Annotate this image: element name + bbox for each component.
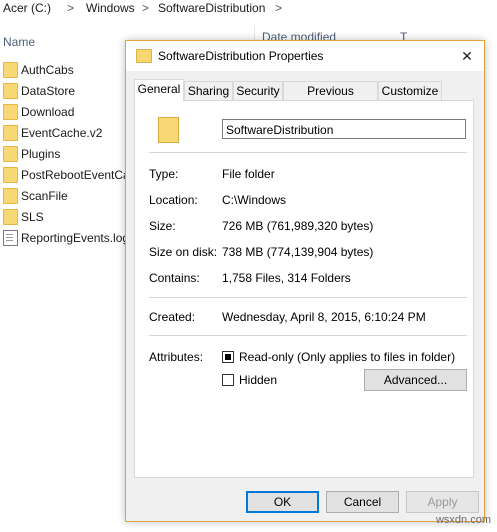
contains-value: 1,758 Files, 314 Folders <box>222 271 351 285</box>
apply-button[interactable]: Apply <box>406 491 479 513</box>
readonly-label[interactable]: Read-only (Only applies to files in fold… <box>239 350 455 364</box>
advanced-button[interactable]: Advanced... <box>364 369 467 391</box>
file-name: PostRebootEventCache <box>21 168 130 182</box>
divider <box>149 152 467 153</box>
created-value: Wednesday, April 8, 2015, 6:10:24 PM <box>222 310 426 324</box>
size-on-disk-label: Size on disk: <box>149 245 218 259</box>
file-name: ReportingEvents.log <box>21 231 130 245</box>
list-item[interactable]: Plugins <box>0 144 130 164</box>
breadcrumb-separator-icon[interactable]: > <box>275 1 282 15</box>
folder-icon <box>3 83 18 99</box>
properties-dialog: SoftwareDistribution Properties ✕ Genera… <box>125 40 485 522</box>
general-panel: SoftwareDistribution Type: File folder L… <box>134 100 474 478</box>
tab-sharing[interactable]: Sharing <box>184 81 233 100</box>
folder-icon <box>3 146 18 162</box>
title-bar[interactable]: SoftwareDistribution Properties ✕ <box>126 41 484 71</box>
folder-icon <box>3 188 18 204</box>
created-label: Created: <box>149 310 196 324</box>
size-on-disk-value: 738 MB (774,139,904 bytes) <box>222 245 374 259</box>
file-name: EventCache.v2 <box>21 126 103 140</box>
hidden-checkbox[interactable] <box>222 374 234 386</box>
file-name: DataStore <box>21 84 76 98</box>
breadcrumb-item-drive[interactable]: Acer (C:) <box>3 1 51 15</box>
location-value: C:\Windows <box>222 193 287 207</box>
watermark: wsxdn.com <box>435 514 491 526</box>
list-item[interactable]: ScanFile <box>0 186 130 206</box>
file-name: Download <box>21 105 75 119</box>
list-item[interactable]: DataStore <box>0 81 130 101</box>
list-item[interactable]: Download <box>0 102 130 122</box>
tab-general[interactable]: General <box>134 79 184 101</box>
size-label: Size: <box>149 219 176 233</box>
dialog-title: SoftwareDistribution Properties <box>158 49 324 63</box>
folder-icon <box>3 209 18 225</box>
folder-icon <box>3 125 18 141</box>
attributes-label: Attributes: <box>149 350 204 364</box>
folder-icon <box>136 49 152 63</box>
file-name: Plugins <box>21 147 61 161</box>
hidden-label[interactable]: Hidden <box>239 373 277 387</box>
breadcrumb-item-softwaredistribution[interactable]: SoftwareDistribution <box>158 1 265 15</box>
list-item[interactable]: AuthCabs <box>0 60 130 80</box>
document-icon <box>3 230 18 246</box>
readonly-checkbox[interactable] <box>222 351 234 363</box>
type-label: Type: <box>149 167 179 181</box>
type-value: File folder <box>222 167 275 181</box>
list-item[interactable]: PostRebootEventCache <box>0 165 130 185</box>
folder-icon <box>158 117 179 143</box>
column-header-name[interactable]: Name <box>3 35 35 49</box>
list-item[interactable]: EventCache.v2 <box>0 123 130 143</box>
file-name: SLS <box>21 210 44 224</box>
list-item[interactable]: ReportingEvents.log <box>0 228 130 248</box>
file-name: ScanFile <box>21 189 68 203</box>
list-item[interactable]: SLS <box>0 207 130 227</box>
folder-icon <box>3 104 18 120</box>
divider <box>149 297 467 298</box>
divider <box>149 335 467 336</box>
folder-name-field[interactable]: SoftwareDistribution <box>222 119 466 139</box>
ok-button[interactable]: OK <box>246 491 319 513</box>
folder-icon <box>3 62 18 78</box>
contains-label: Contains: <box>149 271 200 285</box>
tab-previous-versions[interactable]: Previous Versions <box>283 81 378 116</box>
tab-customize[interactable]: Customize <box>378 81 442 100</box>
cancel-button[interactable]: Cancel <box>326 491 399 513</box>
close-icon[interactable]: ✕ <box>450 41 484 71</box>
file-name: AuthCabs <box>21 63 74 77</box>
breadcrumb-item-windows[interactable]: Windows <box>86 1 135 15</box>
breadcrumb: Acer (C:) > Windows > SoftwareDistributi… <box>0 0 497 16</box>
tab-security[interactable]: Security <box>233 81 283 100</box>
size-value: 726 MB (761,989,320 bytes) <box>222 219 374 233</box>
folder-icon <box>3 167 18 183</box>
breadcrumb-separator-icon[interactable]: > <box>142 1 149 15</box>
location-label: Location: <box>149 193 198 207</box>
breadcrumb-separator-icon[interactable]: > <box>67 1 74 15</box>
